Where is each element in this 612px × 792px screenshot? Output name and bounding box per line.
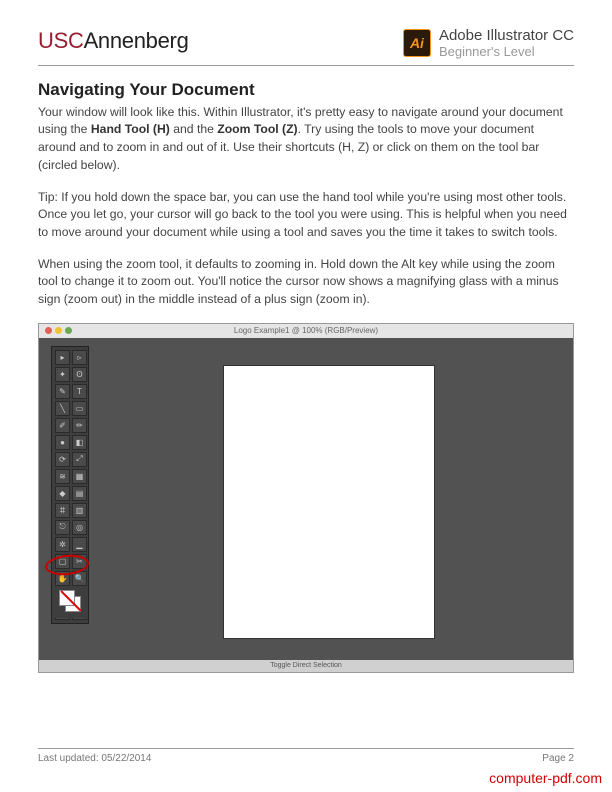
status-bar: Toggle Direct Selection — [39, 660, 573, 672]
rectangle-tool-icon: ▭ — [72, 401, 87, 416]
para1-b: and the — [170, 122, 217, 136]
line-tool-icon: ╲ — [55, 401, 70, 416]
brand-logo: USCAnnenberg — [38, 28, 189, 54]
paintbrush-tool-icon: ✐ — [55, 418, 70, 433]
illustrator-screenshot: Logo Example1 @ 100% (RGB/Preview) ▸ ▹ ✦… — [38, 323, 574, 673]
brand-annenberg: Annenberg — [84, 28, 189, 53]
paragraph-1: Your window will look like this. Within … — [38, 104, 574, 175]
hand-tool-icon: ✋ — [55, 571, 70, 586]
tool-panel: ▸ ▹ ✦ ʘ ✎ T ╲ ▭ ✐ ✏ ● ◧ ⟳ ⤢ ≋ ▦ ◆ ▤ ＃ ▥ … — [51, 346, 89, 624]
slice-tool-icon: ✂ — [72, 554, 87, 569]
window-titlebar: Logo Example1 @ 100% (RGB/Preview) — [39, 324, 573, 338]
last-updated: Last updated: 05/22/2014 — [38, 753, 151, 764]
rotate-tool-icon: ⟳ — [55, 452, 70, 467]
close-icon — [45, 327, 52, 334]
paragraph-2: Tip: If you hold down the space bar, you… — [38, 189, 574, 242]
scale-tool-icon: ⤢ — [72, 452, 87, 467]
window-title: Logo Example1 @ 100% (RGB/Preview) — [234, 326, 378, 335]
fill-stroke-swatch — [55, 588, 87, 618]
section-heading: Navigating Your Document — [38, 80, 574, 100]
zoom-tool-label: Zoom Tool (Z) — [217, 122, 297, 136]
blend-tool-icon: ◎ — [72, 520, 87, 535]
width-tool-icon: ≋ — [55, 469, 70, 484]
eraser-tool-icon: ◧ — [72, 435, 87, 450]
hand-tool-label: Hand Tool (H) — [91, 122, 170, 136]
mesh-tool-icon: ＃ — [55, 503, 70, 518]
app-title: Adobe Illustrator CC — [439, 28, 574, 45]
app-branding: Ai Adobe Illustrator CC Beginner's Level — [403, 28, 574, 59]
selection-tool-icon: ▸ — [55, 350, 70, 365]
pencil-tool-icon: ✏ — [72, 418, 87, 433]
blob-brush-tool-icon: ● — [55, 435, 70, 450]
app-subtitle: Beginner's Level — [439, 45, 574, 59]
free-transform-tool-icon: ▦ — [72, 469, 87, 484]
direct-selection-tool-icon: ▹ — [72, 350, 87, 365]
page-number: Page 2 — [542, 753, 574, 764]
minimize-icon — [55, 327, 62, 334]
artboard-tool-icon: ▢ — [55, 554, 70, 569]
eyedropper-tool-icon: ⎋ — [55, 520, 70, 535]
watermark: computer-pdf.com — [489, 770, 602, 786]
pen-tool-icon: ✎ — [55, 384, 70, 399]
graph-tool-icon: ▁ — [72, 537, 87, 552]
page-footer: Last updated: 05/22/2014 Page 2 — [38, 748, 574, 764]
lasso-tool-icon: ʘ — [72, 367, 87, 382]
zoom-tool-icon: 🔍 — [72, 571, 87, 586]
symbol-sprayer-tool-icon: ✲ — [55, 537, 70, 552]
page-header: USCAnnenberg Ai Adobe Illustrator CC Beg… — [38, 28, 574, 66]
perspective-tool-icon: ▤ — [72, 486, 87, 501]
brand-usc: USC — [38, 28, 84, 53]
shape-builder-tool-icon: ◆ — [55, 486, 70, 501]
paragraph-3: When using the zoom tool, it defaults to… — [38, 256, 574, 309]
artboard — [224, 366, 434, 638]
gradient-tool-icon: ▥ — [72, 503, 87, 518]
type-tool-icon: T — [72, 384, 87, 399]
magic-wand-tool-icon: ✦ — [55, 367, 70, 382]
maximize-icon — [65, 327, 72, 334]
illustrator-icon: Ai — [403, 29, 431, 57]
